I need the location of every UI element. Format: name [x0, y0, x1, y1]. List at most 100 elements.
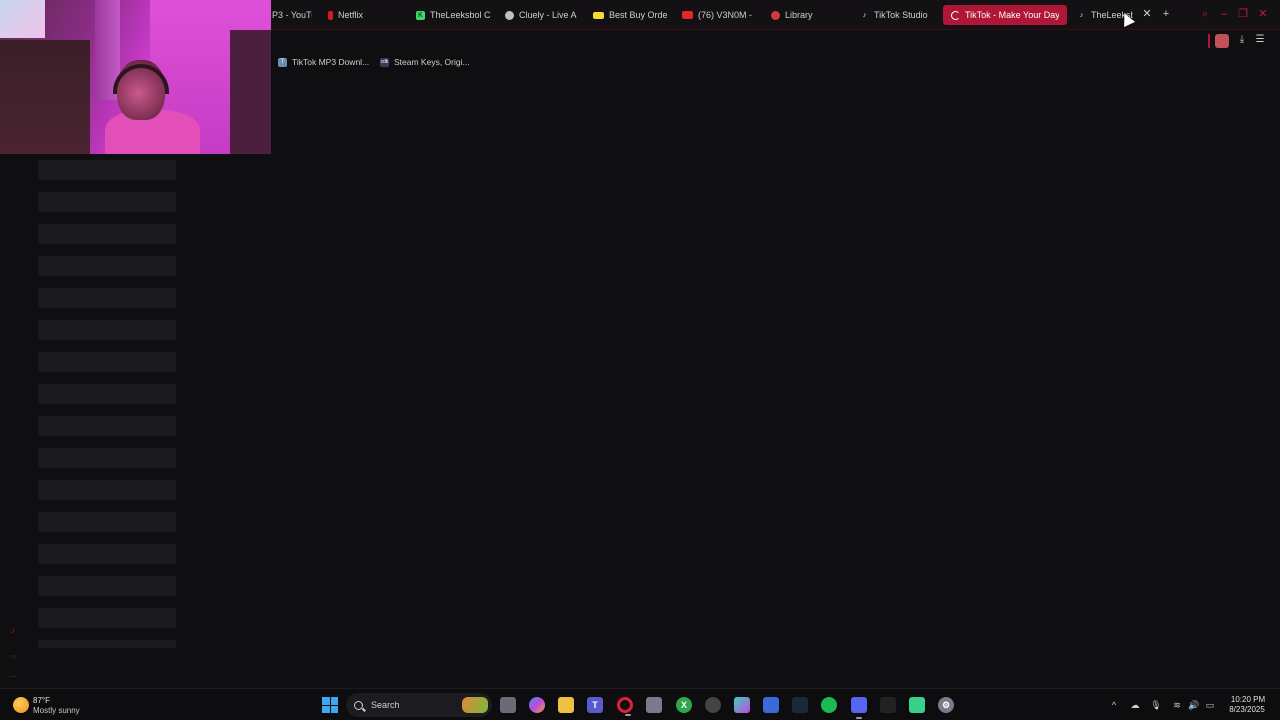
bookmark-label: TikTok MP3 Downl...	[292, 57, 370, 67]
loading-skeleton	[38, 448, 176, 468]
taskbar-search[interactable]: Search	[346, 693, 492, 717]
maximize-icon[interactable]: ❐	[1237, 8, 1249, 20]
tiktok-logo-icon[interactable]: ♪	[7, 626, 19, 636]
search-icon	[354, 700, 363, 710]
weather-temp[interactable]: 87°F	[33, 696, 50, 705]
loading-skeleton	[38, 288, 176, 308]
menu-icon[interactable]: ☰	[1253, 34, 1267, 48]
webcam-person	[105, 60, 200, 154]
webcam-poster	[0, 0, 45, 38]
cdkeys-icon: cdk	[380, 57, 389, 67]
downloads-icon[interactable]: ⤓	[1235, 34, 1249, 48]
new-tab-icon[interactable]: +	[1160, 8, 1172, 20]
youtube-icon	[682, 11, 693, 19]
steam-icon[interactable]	[792, 697, 808, 713]
loading-skeleton	[38, 160, 176, 180]
volume-icon[interactable]: 🔊	[1188, 699, 1200, 711]
tab-kick[interactable]: K TheLeeksbol C	[416, 6, 490, 24]
battery-icon[interactable]: ▭	[1204, 699, 1216, 711]
cluely-icon	[505, 10, 514, 20]
webcam-overlay	[0, 0, 271, 154]
loading-skeleton	[38, 352, 176, 372]
microphone-icon[interactable]: 🎙	[1150, 699, 1162, 711]
weather-desc[interactable]: Mostly sunny	[33, 706, 80, 715]
minimize-icon[interactable]: –	[1218, 8, 1230, 20]
opera-gx-icon[interactable]	[617, 697, 633, 716]
search-highlight-icon	[462, 697, 488, 713]
tab-label: TikTok - Make Your Day	[965, 10, 1059, 20]
rail-small-icon[interactable]: ▭	[7, 652, 19, 662]
loading-skeleton	[38, 192, 176, 212]
tab-label: P3 - YouTu	[272, 10, 312, 20]
store-icon[interactable]	[646, 697, 662, 713]
tiktok-icon: ♪	[862, 11, 867, 19]
loading-skeleton	[38, 224, 176, 244]
loading-skeleton	[38, 416, 176, 436]
loading-skeleton	[38, 320, 176, 340]
search-label: Search	[371, 700, 400, 710]
tab-netflix[interactable]: Netflix	[328, 6, 388, 24]
app-icon[interactable]	[734, 697, 750, 713]
chevron-up-icon[interactable]: ^	[1108, 699, 1120, 711]
toolbar-divider	[1208, 34, 1210, 48]
windows-taskbar: 87°F Mostly sunny Search T X ⚙ ^ ☁ 🎙 ≋ 🔊…	[0, 688, 1280, 720]
close-window-icon[interactable]: ✕	[1257, 8, 1269, 20]
settings-icon[interactable]: ⚙	[938, 697, 954, 713]
kick-icon: K	[416, 10, 425, 20]
loading-skeleton	[38, 256, 176, 276]
tab-bestbuy[interactable]: Best Buy Order	[593, 6, 667, 24]
loading-skeleton	[38, 512, 176, 532]
windows-start-icon[interactable]	[322, 697, 338, 713]
xbox-icon[interactable]: X	[676, 697, 692, 713]
tab-tiktok-active[interactable]: TikTok - Make Your Day	[943, 5, 1067, 25]
webcam-shelf-right	[230, 30, 271, 154]
more-icon[interactable]: ···	[7, 672, 19, 682]
sun-icon[interactable]	[13, 697, 29, 713]
bookmark-steam-keys[interactable]: cdk Steam Keys, Origi...	[380, 56, 470, 68]
tab-tiktok-studio[interactable]: ♪ TikTok Studio	[860, 6, 934, 24]
file-explorer-icon[interactable]	[558, 697, 574, 713]
bestbuy-icon	[593, 11, 604, 19]
webcam-shelf	[0, 40, 90, 154]
tab-label: TheLeeksbol C	[430, 10, 490, 20]
library-icon	[771, 10, 780, 20]
discord-icon[interactable]	[851, 697, 867, 719]
tab-label: Cluely - Live A	[519, 10, 577, 20]
terminal-icon[interactable]	[880, 697, 896, 713]
screen: P3 - YouTu Netflix K TheLeeksbol C Cluel…	[0, 0, 1280, 720]
tab-library[interactable]: Library	[771, 6, 831, 24]
tab-label: Netflix	[338, 10, 364, 20]
close-tab-icon[interactable]: ✕	[1141, 8, 1153, 20]
wifi-icon[interactable]: ≋	[1171, 699, 1183, 711]
tiktok-icon: ♪	[1079, 11, 1084, 19]
spotify-icon[interactable]	[821, 697, 837, 713]
tab-youtube[interactable]: P3 - YouTu	[272, 6, 312, 24]
dell-icon[interactable]	[705, 697, 721, 713]
copilot-icon[interactable]	[529, 697, 545, 713]
netflix-icon	[328, 10, 333, 20]
tab-cluely[interactable]: Cluely - Live A	[505, 6, 579, 24]
tab-label: Best Buy Order	[609, 10, 667, 20]
bookmark-tiktok-mp3[interactable]: T TikTok MP3 Downl...	[278, 56, 369, 68]
loading-skeleton	[38, 608, 176, 628]
bookmark-label: Steam Keys, Origi...	[394, 57, 470, 67]
window-app-icon[interactable]	[763, 697, 779, 713]
clock-time[interactable]: 10:20 PM	[1228, 695, 1268, 704]
search-tabs-icon[interactable]: ⌕	[1199, 8, 1211, 20]
android-app-icon[interactable]	[909, 697, 925, 713]
loading-skeleton	[38, 576, 176, 596]
onedrive-icon[interactable]: ☁	[1129, 699, 1141, 711]
clock-date[interactable]: 8/23/2025	[1222, 705, 1272, 714]
profile-avatar-icon[interactable]	[1215, 34, 1229, 48]
loading-skeleton	[38, 384, 176, 404]
teams-icon[interactable]: T	[587, 697, 603, 713]
tab-label: Library	[785, 10, 813, 20]
tiktok-mp3-icon: T	[278, 57, 287, 67]
tab-label: (76) V3N0M -	[698, 10, 753, 20]
loading-icon	[951, 10, 960, 20]
tab-label: TikTok Studio	[874, 10, 928, 20]
tab-youtube-venom[interactable]: (76) V3N0M -	[682, 6, 756, 24]
loading-skeleton	[38, 640, 176, 648]
loading-skeleton	[38, 544, 176, 564]
task-view-icon[interactable]	[500, 697, 516, 713]
